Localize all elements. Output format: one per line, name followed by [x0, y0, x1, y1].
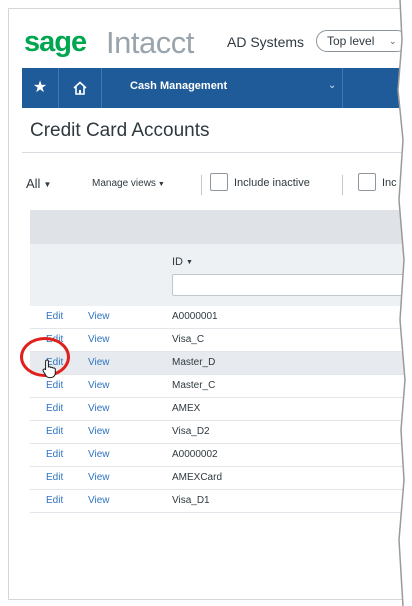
- table-row: Edit View AMEX: [30, 398, 412, 421]
- view-link[interactable]: View: [88, 357, 110, 368]
- view-link[interactable]: View: [88, 449, 110, 460]
- account-id: Visa_D1: [172, 495, 210, 506]
- caret-down-icon: ▼: [186, 259, 193, 266]
- table-row: Edit View Master_C: [30, 375, 412, 398]
- home-button[interactable]: [59, 68, 102, 108]
- view-link[interactable]: View: [88, 495, 110, 506]
- filter-divider: [201, 175, 202, 195]
- sage-logo: sage: [24, 26, 87, 58]
- view-link[interactable]: View: [88, 426, 110, 437]
- view-link[interactable]: View: [88, 380, 110, 391]
- filter-divider: [342, 175, 343, 195]
- edit-link[interactable]: Edit: [46, 426, 63, 437]
- manage-views-dropdown[interactable]: Manage views ▼: [92, 178, 165, 189]
- edit-link[interactable]: Edit: [46, 449, 63, 460]
- view-link[interactable]: View: [88, 311, 110, 322]
- account-id: Master_C: [172, 380, 216, 391]
- list-filters: All ▼ Manage views ▼ Include inactive Inc: [26, 170, 412, 200]
- id-filter-input[interactable]: [172, 274, 412, 296]
- view-link[interactable]: View: [88, 403, 110, 414]
- cash-management-menu[interactable]: Cash Management ⌄: [102, 68, 343, 108]
- caret-down-icon: ▼: [157, 181, 165, 188]
- id-column-header[interactable]: ID ▼: [172, 256, 193, 268]
- caret-down-icon: ▼: [43, 180, 52, 189]
- star-icon[interactable]: ★: [22, 68, 59, 108]
- title-divider: [22, 152, 412, 153]
- table-header: ID ▼: [30, 244, 412, 307]
- table-row: Edit View A0000002: [30, 444, 412, 467]
- account-id: Visa_D2: [172, 426, 210, 437]
- table-row: Edit View AMEXCard: [30, 467, 412, 490]
- edit-link[interactable]: Edit: [46, 472, 63, 483]
- entity-level-label: Top level: [327, 34, 375, 48]
- all-views-label: All: [26, 176, 41, 191]
- include-inactive-checkbox[interactable]: [210, 173, 228, 191]
- company-name: AD Systems: [227, 34, 305, 50]
- main-nav: ★ Cash Management ⌄: [22, 68, 412, 108]
- brand-header: sage Intacct AD Systems Top level ⌄: [22, 20, 408, 60]
- all-views-dropdown[interactable]: All ▼: [26, 176, 51, 191]
- table-row: Edit View A0000001: [30, 306, 412, 329]
- chevron-down-icon: ⌄: [328, 80, 337, 91]
- hand-pointer-icon: [42, 359, 56, 379]
- view-link[interactable]: View: [88, 472, 110, 483]
- table-row: Edit View Visa_D1: [30, 490, 412, 513]
- torn-edge: [397, 0, 412, 606]
- account-id: AMEX: [172, 403, 201, 414]
- table-body: Edit View A0000001 Edit View Visa_C Edit…: [30, 306, 412, 513]
- view-link[interactable]: View: [88, 334, 110, 345]
- account-id: A0000002: [172, 449, 218, 460]
- edit-link[interactable]: Edit: [46, 380, 63, 391]
- table-row: Edit View Visa_C: [30, 329, 412, 352]
- table-row-hovered: Edit View Master_D: [30, 352, 412, 375]
- include-inactive-label: Include inactive: [234, 177, 310, 189]
- table-toolbar: [30, 210, 412, 244]
- intacct-logo: Intacct: [106, 25, 194, 60]
- edit-link[interactable]: Edit: [46, 495, 63, 506]
- screenshot-paper: sage Intacct AD Systems Top level ⌄ ★ Ca…: [0, 0, 412, 606]
- table-row: Edit View Visa_D2: [30, 421, 412, 444]
- nav-menu-label: Cash Management: [130, 80, 228, 92]
- account-id: A0000001: [172, 311, 218, 322]
- edit-link[interactable]: Edit: [46, 311, 63, 322]
- account-id: Visa_C: [172, 334, 205, 345]
- manage-views-label: Manage views: [92, 178, 156, 189]
- account-id: AMEXCard: [172, 472, 223, 483]
- second-filter-checkbox[interactable]: [358, 173, 376, 191]
- id-column-label: ID: [172, 256, 183, 268]
- home-icon: [73, 81, 87, 95]
- account-id: Master_D: [172, 357, 216, 368]
- page-title: Credit Card Accounts: [30, 120, 210, 141]
- edit-link[interactable]: Edit: [46, 403, 63, 414]
